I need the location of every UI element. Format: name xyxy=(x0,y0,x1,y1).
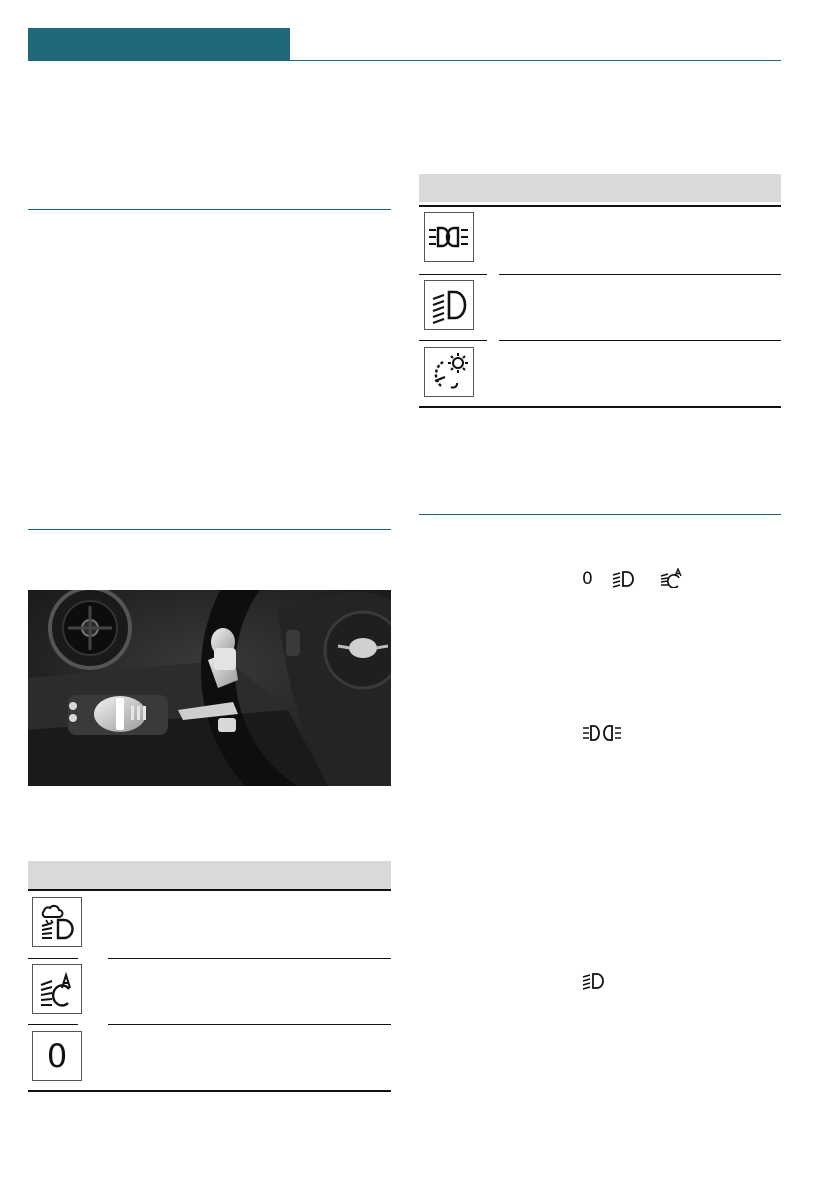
row-separator xyxy=(419,274,487,275)
row-separator xyxy=(499,274,781,275)
table-header xyxy=(419,174,781,202)
row-separator xyxy=(419,340,487,341)
chapter-header-tab xyxy=(28,28,290,61)
row-separator xyxy=(108,1024,391,1025)
table-bottom-rule xyxy=(419,406,781,408)
low-beams-icon xyxy=(424,280,474,330)
header-rule xyxy=(290,60,781,61)
automatic-headlight-control-icon xyxy=(32,964,82,1014)
zero-glyph: 0 xyxy=(46,1037,68,1075)
parking-lights-icon xyxy=(424,212,474,262)
table-header-rule xyxy=(28,889,391,891)
section-divider xyxy=(28,529,391,530)
parking-lights-icon xyxy=(583,725,621,741)
section-divider xyxy=(28,209,391,210)
light-switch-photo xyxy=(28,590,391,786)
automatic-headlight-control-icon xyxy=(660,568,682,588)
table-header xyxy=(28,861,391,889)
row-separator xyxy=(108,958,391,959)
row-separator xyxy=(28,1024,78,1025)
lights-off-zero-icon: 0 xyxy=(32,1031,82,1081)
row-separator xyxy=(28,958,78,959)
section-divider xyxy=(419,514,781,515)
low-beams-icon xyxy=(612,571,634,588)
instrument-lighting-icon xyxy=(424,347,474,397)
front-fog-lights-icon xyxy=(32,897,82,947)
table-header-rule xyxy=(419,205,781,207)
lights-off-zero-icon: 0 xyxy=(582,569,593,589)
table-bottom-rule xyxy=(28,1090,391,1092)
low-beams-icon xyxy=(582,973,604,990)
row-separator xyxy=(499,340,781,341)
